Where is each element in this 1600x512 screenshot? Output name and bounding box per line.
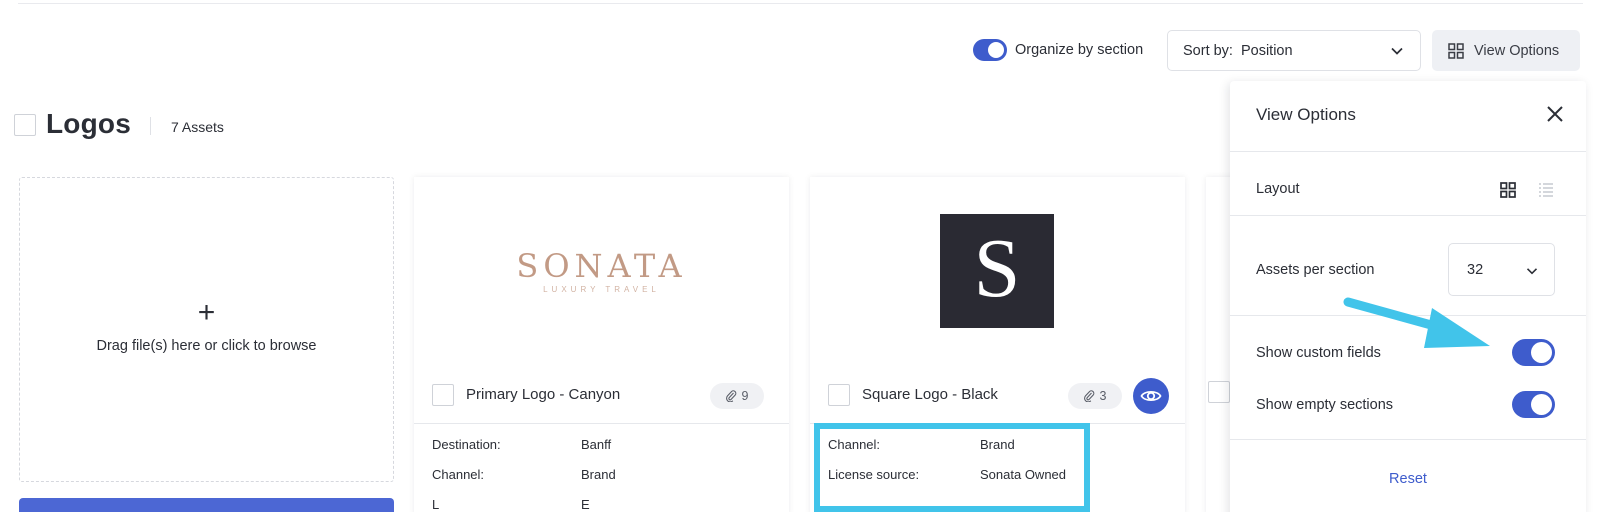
asset-thumbnail: SONATA LUXURY TRAVEL [414, 247, 789, 294]
sort-select[interactable]: Sort by: Position [1167, 30, 1421, 71]
asset-card-primary-logo[interactable]: SONATA LUXURY TRAVEL Primary Logo - Cany… [414, 177, 789, 512]
show-empty-sections-label: Show empty sections [1256, 397, 1394, 413]
logo-tagline: LUXURY TRAVEL [543, 285, 660, 294]
asset-name: Primary Logo - Canyon [466, 386, 621, 403]
section-title: Logos [46, 108, 131, 139]
field-value: E [581, 497, 590, 512]
close-icon[interactable] [1546, 105, 1564, 123]
organize-by-section[interactable]: Organize by section [973, 39, 1143, 61]
card-divider [414, 423, 789, 424]
asset-thumbnail: S [940, 214, 1054, 328]
grid-layout-icon[interactable] [1500, 182, 1516, 198]
field-label: Destination: [432, 437, 501, 452]
view-options-button[interactable]: View Options [1432, 30, 1580, 71]
top-divider [18, 3, 1583, 4]
attachments-count: 9 [741, 389, 749, 403]
section-select-checkbox[interactable] [14, 114, 36, 136]
attachments-count: 3 [1099, 389, 1107, 403]
attachments-badge[interactable]: 9 [710, 383, 764, 409]
organize-toggle[interactable] [973, 39, 1007, 61]
panel-divider [1230, 439, 1586, 440]
list-layout-icon[interactable] [1538, 182, 1554, 198]
custom-fields-highlight [814, 423, 1090, 512]
assets-per-section-select[interactable]: 32 [1448, 243, 1555, 296]
grid-icon [1448, 42, 1464, 59]
eye-icon [1140, 390, 1162, 402]
toggle-knob [1531, 342, 1552, 363]
sort-value: Position [1240, 42, 1293, 59]
section-separator [150, 117, 151, 135]
panel-title: View Options [1256, 105, 1356, 124]
asset-checkbox[interactable] [828, 384, 850, 406]
show-custom-fields-toggle[interactable] [1512, 339, 1555, 366]
paperclip-icon [725, 390, 736, 402]
chevron-down-icon [1526, 268, 1538, 275]
preview-button[interactable] [1133, 378, 1169, 414]
field-label: L [432, 497, 440, 512]
paperclip-icon [1083, 390, 1094, 402]
field-value: Brand [581, 467, 616, 482]
plus-icon: + [197, 296, 216, 329]
upload-text: Drag file(s) here or click to browse [96, 338, 317, 354]
show-empty-sections-toggle[interactable] [1512, 391, 1555, 418]
asset-count: 7 Assets [171, 119, 224, 135]
upload-button[interactable] [19, 498, 394, 512]
layout-label: Layout [1256, 181, 1300, 197]
panel-divider [1230, 215, 1586, 216]
reset-button[interactable]: Reset [1230, 471, 1586, 487]
logo-wordmark: SONATA [516, 247, 687, 285]
organize-label: Organize by section [1015, 42, 1144, 58]
toggle-knob [1531, 394, 1552, 415]
attachments-badge[interactable]: 3 [1068, 383, 1122, 409]
toolbar: Organize by section Sort by: Position Vi… [0, 30, 1600, 72]
assets-per-section-label: Assets per section [1256, 262, 1375, 278]
toggle-knob [988, 42, 1004, 58]
asset-checkbox[interactable] [1208, 381, 1230, 403]
field-value: Banff [581, 437, 612, 452]
annotation-arrow [1343, 297, 1490, 348]
logo-letter: S [973, 222, 1021, 315]
assets-per-section-value: 32 [1467, 261, 1484, 278]
chevron-down-icon [1391, 47, 1403, 55]
asset-checkbox[interactable] [432, 384, 454, 406]
panel-divider [1230, 151, 1586, 152]
asset-name: Square Logo - Black [862, 386, 998, 403]
sort-prefix: Sort by: [1183, 42, 1233, 59]
upload-dropzone[interactable]: + Drag file(s) here or click to browse [19, 177, 394, 482]
view-options-label: View Options [1474, 42, 1560, 59]
field-label: Channel: [432, 467, 485, 482]
